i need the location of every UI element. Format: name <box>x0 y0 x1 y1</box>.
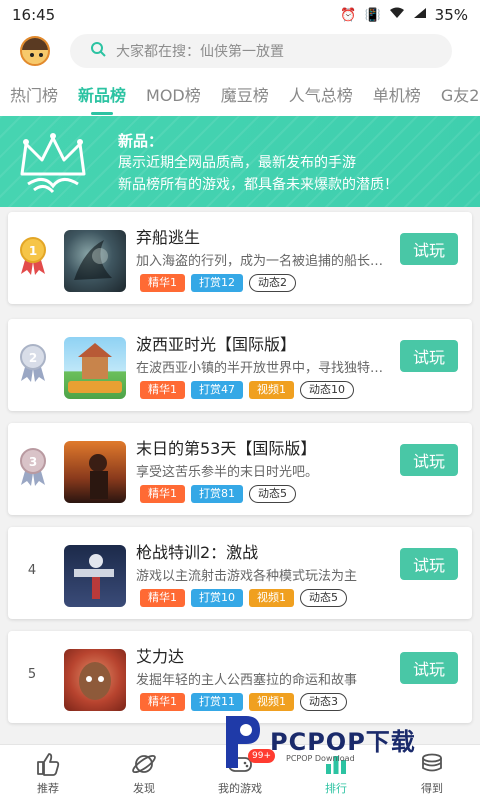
tab-single[interactable]: 单机榜 <box>373 82 421 106</box>
tag-dongtai[interactable]: 动态10 <box>300 381 354 399</box>
nav-label: 我的游戏 <box>218 782 262 795</box>
status-time: 16:45 <box>12 6 56 24</box>
nav-label: 发现 <box>133 782 155 795</box>
tab-mod[interactable]: MOD榜 <box>146 82 201 106</box>
tab-modou[interactable]: 魔豆榜 <box>221 82 269 106</box>
tag-dongtai[interactable]: 动态3 <box>300 693 347 711</box>
game-icon[interactable] <box>64 230 126 292</box>
alarm-icon: ⏰ <box>340 7 357 23</box>
tag-dashang[interactable]: 打赏47 <box>191 381 243 399</box>
tab-hot[interactable]: 热门榜 <box>10 82 58 106</box>
game-desc: 加入海盗的行列，成为一名被追捕的船长，探索危险 <box>136 254 388 269</box>
game-desc: 享受这苦乐参半的末日时光吧。 <box>136 465 319 480</box>
watermark-subtext: PCPOP Download <box>286 754 355 763</box>
list-item[interactable]: 4 枪战特训2：激战 游戏以主流射击游戏各种模式玩法为主 精华1 打赏10 视频… <box>8 527 472 619</box>
play-button[interactable]: 试玩 <box>400 548 458 580</box>
wifi-icon <box>389 7 405 23</box>
tag-dashang[interactable]: 打赏11 <box>191 693 243 711</box>
crown-icon <box>20 133 86 194</box>
tag-dashang[interactable]: 打赏81 <box>191 485 243 503</box>
rank-number: 3 <box>29 455 37 469</box>
banner-title: 新品： <box>118 132 164 150</box>
pcpop-logo-icon <box>226 716 260 768</box>
game-icon[interactable] <box>64 649 126 711</box>
tag-jinghua[interactable]: 精华1 <box>140 485 185 503</box>
rank-number: 5 <box>27 667 37 682</box>
game-tags: 精华1 打赏12 动态2 <box>140 274 296 292</box>
nav-label: 排行 <box>325 782 347 795</box>
thumbs-up-icon <box>37 753 60 776</box>
tag-jinghua[interactable]: 精华1 <box>140 589 185 607</box>
game-icon[interactable] <box>64 545 126 607</box>
nav-label: 得到 <box>421 782 443 795</box>
bronze-medal-icon: 3 <box>20 448 46 486</box>
rank-number: 4 <box>27 563 37 578</box>
gold-medal-icon: 1 <box>20 237 46 275</box>
game-desc: 发掘年轻的主人公西塞拉的命运和故事 <box>136 673 358 688</box>
play-button[interactable]: 试玩 <box>400 233 458 265</box>
game-tags: 精华1 打赏81 动态5 <box>140 485 296 503</box>
game-title: 艾力达 <box>136 647 185 666</box>
tab-new[interactable]: 新品榜 <box>78 82 126 106</box>
list-item[interactable]: 1 弃船逃生 加入海盗的行列，成为一名被追捕的船长，探索危险 精华1 打赏12 … <box>8 212 472 304</box>
nav-discover[interactable]: 发现 <box>96 745 192 800</box>
list-item[interactable]: 5 艾力达 发掘年轻的主人公西塞拉的命运和故事 精华1 打赏11 视频1 动态3… <box>8 631 472 723</box>
game-desc: 游戏以主流射击游戏各种模式玩法为主 <box>136 569 358 584</box>
rank-number: 2 <box>29 351 37 365</box>
game-title: 波西亚时光【国际版】 <box>136 335 297 354</box>
play-button[interactable]: 试玩 <box>400 652 458 684</box>
tag-dongtai[interactable]: 动态2 <box>249 274 296 292</box>
tag-jinghua[interactable]: 精华1 <box>140 693 185 711</box>
silver-medal-icon: 2 <box>20 344 46 382</box>
game-desc: 在波西亚小镇的半开放世界中，寻找独特的乐趣 <box>136 361 388 376</box>
list-item[interactable]: 2 波西亚时光【国际版】 在波西亚小镇的半开放世界中，寻找独特的乐趣 精华1 打… <box>8 319 472 411</box>
search-bar[interactable]: 大家都在搜：仙侠第一放置 <box>70 34 452 68</box>
nav-label: 推荐 <box>37 782 59 795</box>
game-tags: 精华1 打赏47 视频1 动态10 <box>140 381 354 399</box>
tag-shipin[interactable]: 视频1 <box>249 589 294 607</box>
watermark: PCPOP下载 PCPOP Download <box>220 712 470 776</box>
game-icon[interactable] <box>64 441 126 503</box>
tag-jinghua[interactable]: 精华1 <box>140 274 185 292</box>
tag-dongtai[interactable]: 动态5 <box>249 485 296 503</box>
watermark-text: PCPOP下载 <box>270 728 416 756</box>
avatar[interactable] <box>20 36 50 66</box>
ranking-tabs: 热门榜 新品榜 MOD榜 魔豆榜 人气总榜 单机榜 G友24H <box>0 72 480 116</box>
tab-popular[interactable]: 人气总榜 <box>289 82 353 106</box>
tag-shipin[interactable]: 视频1 <box>249 381 294 399</box>
search-icon <box>90 41 106 61</box>
status-icons: ⏰ 📳 35% <box>340 6 468 24</box>
app-header: 大家都在搜：仙侠第一放置 <box>0 30 480 72</box>
game-title: 末日的第53天【国际版】 <box>136 439 317 458</box>
game-title: 枪战特训2：激战 <box>136 543 259 562</box>
banner-line2: 新品榜所有的游戏，都具备未来爆款的潜质！ <box>118 177 398 193</box>
game-title: 弃船逃生 <box>136 228 201 247</box>
play-button[interactable]: 试玩 <box>400 340 458 372</box>
battery-level: 35% <box>434 6 468 24</box>
rank-number: 1 <box>29 244 37 258</box>
new-games-banner: 新品： 展示近期全网品质高，最新发布的手游 新品榜所有的游戏，都具备未来爆款的潜… <box>0 116 480 207</box>
game-tags: 精华1 打赏11 视频1 动态3 <box>140 693 347 711</box>
tag-dashang[interactable]: 打赏12 <box>191 274 243 292</box>
tag-jinghua[interactable]: 精华1 <box>140 381 185 399</box>
nav-recommend[interactable]: 推荐 <box>0 745 96 800</box>
tag-shipin[interactable]: 视频1 <box>249 693 294 711</box>
banner-line1: 展示近期全网品质高，最新发布的手游 <box>118 155 356 171</box>
game-tags: 精华1 打赏10 视频1 动态5 <box>140 589 347 607</box>
list-item[interactable]: 3 末日的第53天【国际版】 享受这苦乐参半的末日时光吧。 精华1 打赏81 动… <box>8 423 472 515</box>
tab-g24h[interactable]: G友24H <box>441 82 480 106</box>
signal-icon <box>413 7 427 23</box>
tag-dongtai[interactable]: 动态5 <box>300 589 347 607</box>
planet-icon <box>132 754 156 774</box>
status-bar: 16:45 ⏰ 📳 35% <box>0 0 480 30</box>
search-placeholder: 大家都在搜：仙侠第一放置 <box>116 44 284 60</box>
tag-dashang[interactable]: 打赏10 <box>191 589 243 607</box>
vibrate-icon: 📳 <box>364 7 381 23</box>
play-button[interactable]: 试玩 <box>400 444 458 476</box>
game-icon[interactable] <box>64 337 126 399</box>
